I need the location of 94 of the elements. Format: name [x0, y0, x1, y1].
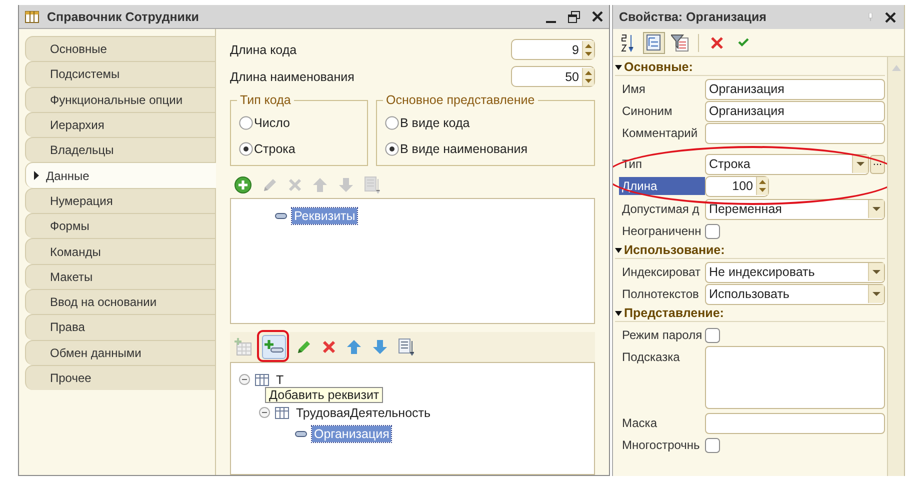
- field-label: Длина наименования: [230, 70, 354, 84]
- radio-button[interactable]: В виде наименования: [385, 140, 528, 158]
- arrow-up-icon[interactable]: [346, 339, 362, 355]
- text-field[interactable]: [705, 412, 885, 434]
- spin-arrows-icon[interactable]: [582, 40, 594, 58]
- radio-icon[interactable]: [239, 116, 253, 130]
- tab[interactable]: Формы: [25, 213, 216, 238]
- checkbox[interactable]: [705, 438, 720, 452]
- section-title[interactable]: Основные:: [624, 60, 693, 74]
- collapse-icon[interactable]: [239, 374, 250, 385]
- property-label[interactable]: Синоним: [619, 102, 705, 120]
- property-label[interactable]: Комментарий: [619, 124, 705, 142]
- dropdown-field[interactable]: Использовать: [705, 284, 885, 304]
- number-field[interactable]: 50: [511, 66, 595, 87]
- dropdown-field[interactable]: Переменная: [705, 198, 885, 220]
- panel-title: Свойства: Организация: [619, 10, 766, 24]
- dropdown-field[interactable]: Строка: [705, 154, 869, 174]
- checkmark-icon[interactable]: [738, 38, 748, 47]
- tab[interactable]: Подсистемы: [25, 61, 216, 87]
- attribute-add-icon[interactable]: [264, 339, 284, 355]
- tab[interactable]: Прочее: [25, 364, 216, 390]
- checkbox[interactable]: [705, 328, 720, 342]
- tooltip: Добавить реквизит: [265, 387, 384, 403]
- pointer-icon: [34, 171, 39, 180]
- window-title: Справочник Сотрудники: [47, 10, 199, 24]
- spin-arrows-icon[interactable]: [582, 68, 594, 86]
- list-icon[interactable]: [398, 338, 414, 356]
- property-label[interactable]: Индексироват: [619, 263, 705, 281]
- property-label[interactable]: Многострочнь: [619, 436, 705, 454]
- tab[interactable]: Функциональные опции: [25, 86, 216, 112]
- collapse-caret-icon[interactable]: [615, 246, 622, 254]
- tree-item[interactable]: Т: [274, 372, 286, 388]
- attribute-icon: [295, 430, 307, 436]
- radio-icon[interactable]: [385, 142, 399, 156]
- close-icon[interactable]: [885, 12, 896, 22]
- radio-button[interactable]: Число: [239, 114, 290, 132]
- collapse-caret-icon[interactable]: [615, 310, 622, 316]
- section-title[interactable]: Использование:: [624, 243, 725, 257]
- tab[interactable]: Иерархия: [25, 112, 216, 138]
- group-title: Основное представление: [383, 93, 538, 107]
- group-title: Тип кода: [237, 93, 294, 107]
- property-label[interactable]: Длина: [619, 177, 705, 195]
- tab[interactable]: Права: [25, 314, 216, 340]
- tab[interactable]: Макеты: [25, 264, 216, 289]
- tab[interactable]: Основные: [25, 36, 216, 62]
- scrollbar[interactable]: [887, 57, 904, 476]
- restore-icon[interactable]: [568, 10, 580, 22]
- checkbox[interactable]: [705, 224, 720, 238]
- hover-button[interactable]: [262, 335, 286, 359]
- section-title[interactable]: Представление:: [624, 306, 724, 320]
- property-label[interactable]: Допустимая д: [619, 200, 705, 218]
- delete-icon[interactable]: [322, 340, 336, 354]
- tab[interactable]: Обмен данными: [25, 340, 216, 365]
- property-label[interactable]: Маска: [619, 414, 705, 432]
- text-field[interactable]: Организация: [705, 100, 885, 122]
- property-label[interactable]: Неограниченн: [619, 222, 705, 240]
- dropdown-icon[interactable]: [868, 200, 884, 218]
- text-field[interactable]: Организация: [705, 78, 885, 100]
- sort-icon[interactable]: [621, 34, 635, 52]
- choose-button[interactable]: ...: [870, 154, 885, 174]
- spin-arrows-icon[interactable]: [756, 177, 768, 195]
- dropdown-icon[interactable]: [852, 155, 868, 173]
- dropdown-icon[interactable]: [868, 285, 884, 303]
- radio-button[interactable]: В виде кода: [385, 114, 470, 132]
- collapse-icon[interactable]: [259, 407, 270, 418]
- table-icon: [275, 406, 289, 418]
- tab[interactable]: Данные: [25, 162, 216, 188]
- number-field[interactable]: 100: [705, 176, 769, 196]
- table-icon: [255, 374, 269, 386]
- arrow-down-icon[interactable]: [372, 339, 388, 355]
- tab[interactable]: Команды: [25, 238, 216, 264]
- property-label[interactable]: Имя: [619, 80, 705, 98]
- field-label: Длина кода: [230, 42, 297, 56]
- pencil-icon[interactable]: [296, 339, 312, 355]
- property-label[interactable]: Подсказка: [619, 346, 705, 366]
- cancel-icon[interactable]: [711, 36, 723, 48]
- tab[interactable]: Нумерация: [25, 188, 216, 214]
- text-field[interactable]: [705, 122, 885, 144]
- tab[interactable]: Ввод на основании: [25, 288, 216, 314]
- catalog-icon: [25, 10, 39, 22]
- attribute-icon: [275, 212, 287, 218]
- add-icon[interactable]: [234, 176, 252, 194]
- radio-icon[interactable]: [239, 142, 253, 156]
- tab[interactable]: Владельцы: [25, 137, 216, 162]
- collapse-caret-icon[interactable]: [615, 64, 622, 70]
- radio-button[interactable]: Строка: [239, 140, 296, 158]
- property-label[interactable]: Режим пароля: [619, 326, 705, 344]
- number-field[interactable]: 9: [511, 39, 595, 60]
- property-label[interactable]: Полнотекстов: [619, 285, 705, 303]
- dropdown-icon[interactable]: [868, 263, 884, 281]
- close-icon[interactable]: [592, 11, 603, 22]
- tree-item[interactable]: ТрудоваяДеятельность: [294, 404, 433, 420]
- dropdown-field[interactable]: Не индексировать: [705, 262, 885, 282]
- radio-icon[interactable]: [385, 116, 399, 130]
